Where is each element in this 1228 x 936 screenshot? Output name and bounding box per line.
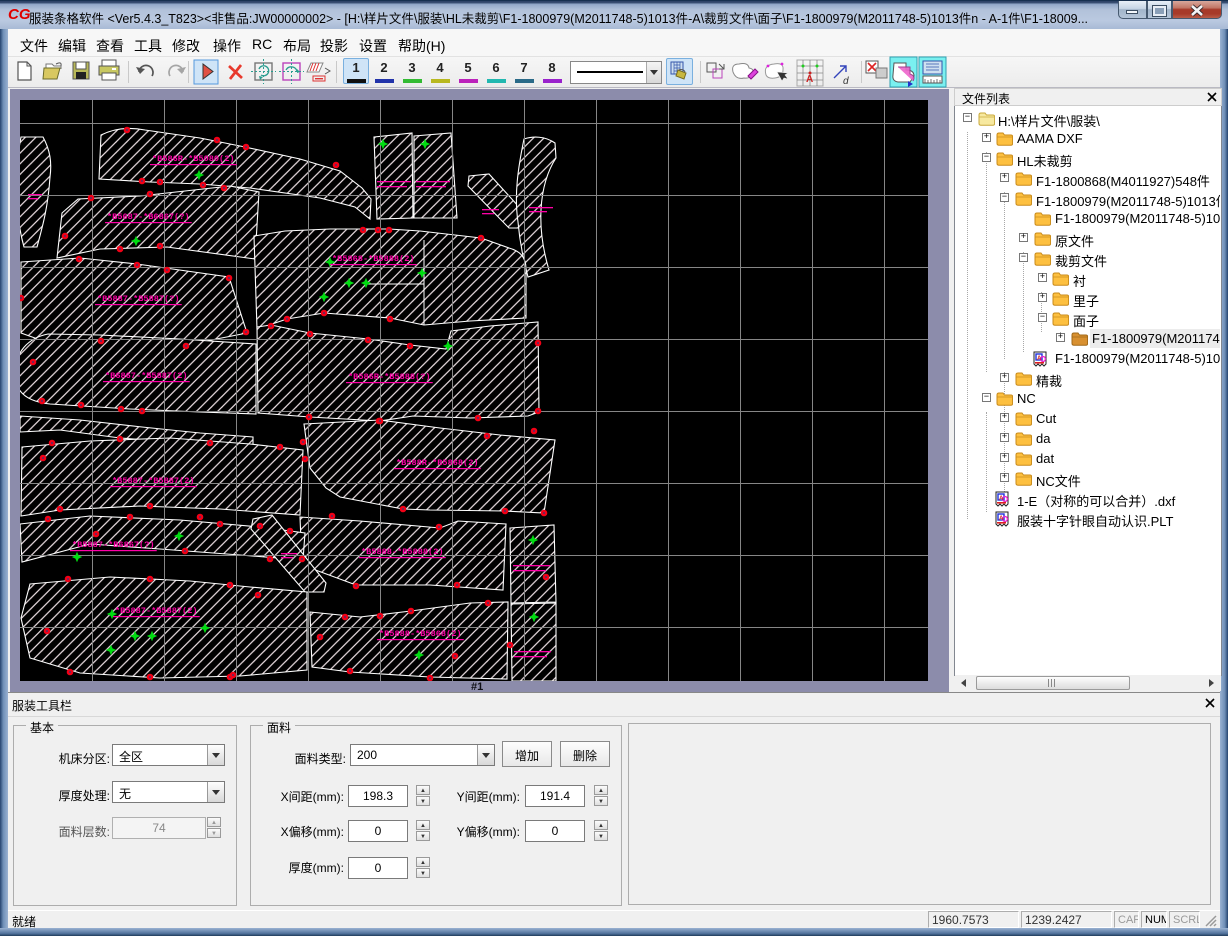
svg-text:A: A xyxy=(999,496,1004,502)
svg-text:*B588R-*B5868(2): *B588R-*B5868(2) xyxy=(396,458,479,468)
svg-text:*B5887-*B5887(?): *B5887-*B5887(?) xyxy=(97,294,180,304)
svg-text:*B5887-*B5887(2): *B5887-*B5887(2) xyxy=(115,606,198,616)
svg-text:*B5888-*B5868(2): *B5888-*B5868(2) xyxy=(379,629,462,639)
svg-text:*B5887-*B6867(?): *B5887-*B6867(?) xyxy=(72,540,155,550)
svg-text:*B5888-*B5888(2): *B5888-*B5888(2) xyxy=(361,547,444,557)
svg-text:d: d xyxy=(843,76,849,87)
svg-text:*B5887-*B5887(2): *B5887-*B5887(2) xyxy=(112,476,195,486)
svg-text:A: A xyxy=(806,74,813,85)
svg-text:*B5868-*B5888(2): *B5868-*B5888(2) xyxy=(332,254,415,264)
svg-text:#1: #1 xyxy=(471,681,483,692)
svg-text:*B586R-*B5888(?): *B586R-*B5888(?) xyxy=(348,372,431,382)
svg-text:A: A xyxy=(999,516,1004,522)
svg-text:*B586R-*B5080(2): *B586R-*B5080(2) xyxy=(152,154,235,164)
svg-text:*B6867-*B5887(2): *B6867-*B5887(2) xyxy=(105,371,188,381)
svg-text:*B5687-*B6867(?): *B5687-*B6867(?) xyxy=(107,212,190,222)
svg-text:A: A xyxy=(1037,356,1042,362)
